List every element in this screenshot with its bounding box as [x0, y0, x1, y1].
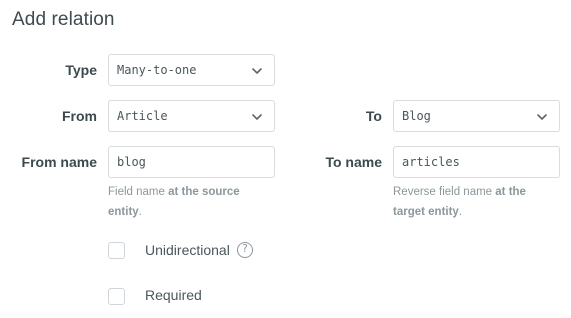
- unidirectional-label[interactable]: Unidirectional: [145, 240, 230, 260]
- to-name-input[interactable]: articles: [393, 146, 560, 178]
- chevron-down-icon: [537, 114, 547, 120]
- chevron-down-icon: [252, 114, 262, 120]
- from-name-help: Field name at the source entity.: [108, 182, 273, 222]
- to-select-value: Blog: [402, 109, 431, 123]
- to-label: To: [365, 108, 382, 124]
- type-label: Type: [65, 62, 97, 78]
- from-label: From: [62, 108, 97, 124]
- to-name-input-value: articles: [402, 155, 460, 169]
- dialog-title: Add relation: [12, 9, 115, 30]
- required-label[interactable]: Required: [145, 285, 202, 305]
- type-select[interactable]: Many-to-one: [108, 54, 275, 86]
- unidirectional-checkbox[interactable]: [108, 242, 125, 259]
- to-name-help: Reverse field name at the target entity.: [393, 182, 543, 222]
- to-name-help-prefix: Reverse field name: [393, 186, 496, 198]
- type-select-value: Many-to-one: [117, 63, 197, 77]
- to-name-label: To name: [325, 154, 382, 170]
- required-checkbox[interactable]: [108, 288, 125, 305]
- from-name-label: From name: [21, 154, 97, 170]
- chevron-down-icon: [252, 68, 262, 74]
- from-select-value: Article: [117, 109, 168, 123]
- from-name-help-suffix: .: [138, 206, 142, 218]
- to-name-help-suffix: .: [458, 206, 463, 218]
- help-icon[interactable]: ?: [237, 242, 253, 258]
- from-name-input[interactable]: blog: [108, 146, 275, 178]
- from-name-help-prefix: Field name: [108, 186, 169, 198]
- to-select[interactable]: Blog: [393, 100, 560, 132]
- from-name-input-value: blog: [117, 155, 146, 169]
- from-select[interactable]: Article: [108, 100, 275, 132]
